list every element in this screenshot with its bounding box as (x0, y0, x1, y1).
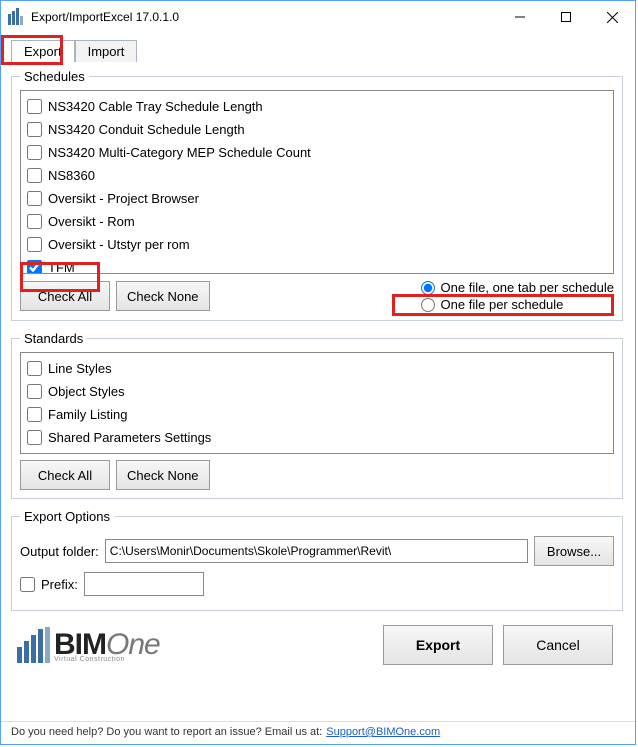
standard-item-row[interactable]: Shared Parameters Settings (27, 426, 607, 449)
listbox-schedules[interactable]: NS3420 Cable Tray Schedule Length NS3420 … (20, 90, 614, 274)
standards-check-all-button[interactable]: Check All (20, 460, 110, 490)
tabstrip: ExportImport (11, 39, 625, 63)
schedules-check-all-button[interactable]: Check All (20, 281, 110, 311)
titlebar: Export/ImportExcel 17.0.1.0 (1, 1, 635, 33)
group-export-options: Export Options Output folder: Browse... … (11, 509, 623, 611)
group-standards: Standards Line Styles Object Styles Family… (11, 331, 623, 499)
radio-one-file-per-schedule-label: One file per schedule (441, 297, 564, 312)
window-title: Export/ImportExcel 17.0.1.0 (31, 10, 497, 24)
tab-import[interactable]: Import (75, 40, 138, 62)
window-frame: Export/ImportExcel 17.0.1.0 ExportImport… (0, 0, 636, 745)
schedule-item-checkbox[interactable] (27, 168, 42, 183)
schedule-item-label: NS3420 Cable Tray Schedule Length (48, 99, 263, 114)
group-standards-legend: Standards (20, 331, 87, 346)
maximize-button[interactable] (543, 1, 589, 33)
standard-item-checkbox[interactable] (27, 384, 42, 399)
prefix-input[interactable] (84, 572, 204, 596)
schedule-item-row[interactable]: TFM (27, 256, 607, 274)
prefix-checkbox[interactable] (20, 577, 35, 592)
schedule-item-row[interactable]: NS3420 Multi-Category MEP Schedule Count (27, 141, 607, 164)
listbox-standards[interactable]: Line Styles Object Styles Family Listing Sh… (20, 352, 614, 454)
standard-item-checkbox[interactable] (27, 430, 42, 445)
standard-item-checkbox[interactable] (27, 407, 42, 422)
schedule-item-row[interactable]: Oversikt - Project Browser (27, 187, 607, 210)
schedule-item-row[interactable]: NS8360 (27, 164, 607, 187)
standard-item-row[interactable]: Family Listing (27, 403, 607, 426)
standard-item-label: Line Styles (48, 361, 112, 376)
standard-item-checkbox[interactable] (27, 361, 42, 376)
browse-button[interactable]: Browse... (534, 536, 614, 566)
prefix-label: Prefix: (41, 577, 78, 592)
schedule-item-row[interactable]: NS3420 Conduit Schedule Length (27, 118, 607, 141)
standards-check-none-button[interactable]: Check None (116, 460, 210, 490)
schedule-item-label: Oversikt - Utstyr per rom (48, 237, 190, 252)
schedule-item-label: Oversikt - Project Browser (48, 191, 199, 206)
minimize-button[interactable] (497, 1, 543, 33)
radio-one-file-per-schedule[interactable]: One file per schedule (421, 297, 614, 312)
close-button[interactable] (589, 1, 635, 33)
helpbar: Do you need help? Do you want to report … (1, 721, 635, 744)
schedule-item-label: NS3420 Multi-Category MEP Schedule Count (48, 145, 311, 160)
standard-item-label: Shared Parameters Settings (48, 430, 211, 445)
output-folder-label: Output folder: (20, 544, 99, 559)
schedule-item-checkbox[interactable] (27, 214, 42, 229)
helpbar-text: Do you need help? Do you want to report … (11, 726, 322, 738)
helpbar-link[interactable]: Support@BIMOne.com (326, 726, 440, 738)
export-button[interactable]: Export (383, 625, 493, 665)
schedule-item-checkbox[interactable] (27, 237, 42, 252)
schedule-item-label: Oversikt - Rom (48, 214, 135, 229)
schedule-item-label: NS3420 Conduit Schedule Length (48, 122, 245, 137)
group-schedules-legend: Schedules (20, 69, 89, 84)
standard-item-row[interactable]: Line Styles (27, 357, 607, 380)
schedule-item-row[interactable]: Oversikt - Utstyr per rom (27, 233, 607, 256)
standard-item-label: Family Listing (48, 407, 127, 422)
schedule-item-checkbox[interactable] (27, 191, 42, 206)
schedule-item-checkbox[interactable] (27, 260, 42, 274)
output-folder-input[interactable] (105, 539, 528, 563)
schedule-item-checkbox[interactable] (27, 122, 42, 137)
cancel-button[interactable]: Cancel (503, 625, 613, 665)
bimone-logo: BIMOne Virtual Construction (17, 627, 160, 663)
schedule-item-checkbox[interactable] (27, 99, 42, 114)
footer-bar: BIMOne Virtual Construction Export Cance… (9, 615, 625, 675)
radio-one-file-one-tab-label: One file, one tab per schedule (441, 280, 614, 295)
schedule-item-label: NS8360 (48, 168, 95, 183)
group-export-options-legend: Export Options (20, 509, 114, 524)
app-icon (7, 8, 25, 26)
tab-export[interactable]: Export (11, 40, 75, 62)
schedule-item-label: TFM (48, 260, 75, 274)
schedule-item-checkbox[interactable] (27, 145, 42, 160)
standard-item-row[interactable]: Object Styles (27, 380, 607, 403)
schedules-check-none-button[interactable]: Check None (116, 281, 210, 311)
radio-one-file-one-tab[interactable]: One file, one tab per schedule (421, 280, 614, 295)
standard-item-label: Object Styles (48, 384, 125, 399)
group-schedules: Schedules NS3420 Cable Tray Schedule Len… (11, 69, 623, 321)
schedule-item-row[interactable]: NS3420 Cable Tray Schedule Length (27, 95, 607, 118)
schedule-item-row[interactable]: Oversikt - Rom (27, 210, 607, 233)
